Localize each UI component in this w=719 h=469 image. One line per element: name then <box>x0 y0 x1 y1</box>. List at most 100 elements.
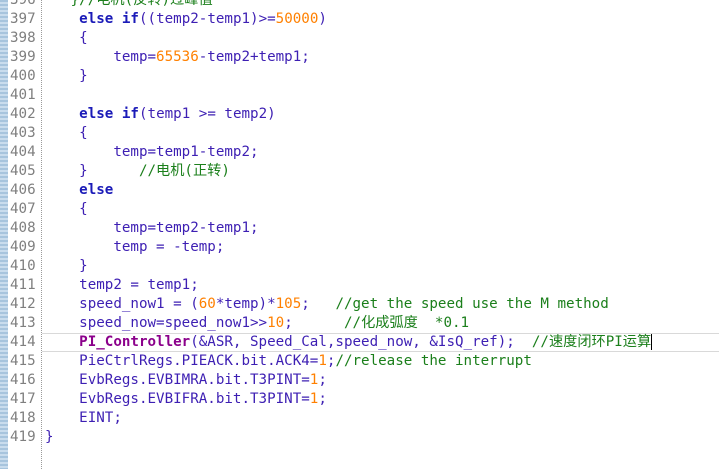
code-text[interactable]: else <box>45 181 113 200</box>
code-token: } <box>45 258 88 274</box>
code-line[interactable]: 399 temp=65536-temp2+temp1; <box>0 48 719 67</box>
code-text[interactable]: EvbRegs.EVBIMRA.bit.T3PINT=1; <box>45 371 327 390</box>
code-token: 105 <box>275 296 302 312</box>
code-token: //电机(正转) <box>138 163 230 179</box>
code-text[interactable]: speed_now=speed_now1>>10; //化成弧度 *0.1 <box>45 314 469 333</box>
code-token: else <box>79 106 114 122</box>
code-text[interactable]: PieCtrlRegs.PIEACK.bit.ACK4=1;//release … <box>45 352 532 371</box>
code-text[interactable]: { <box>45 200 88 219</box>
code-line[interactable]: 415 PieCtrlRegs.PIEACK.bit.ACK4=1;//rele… <box>0 352 719 371</box>
code-token: 10 <box>267 315 285 331</box>
code-line[interactable]: 403 { <box>0 124 719 143</box>
code-token: //化成弧度 *0.1 <box>343 315 470 331</box>
code-text[interactable]: speed_now1 = (60*temp)*105; //get the sp… <box>45 295 609 314</box>
line-number: 404 <box>10 144 36 160</box>
code-line[interactable]: 406 else <box>0 181 719 200</box>
code-text[interactable]: else if((temp2-temp1)>=50000) <box>45 10 327 29</box>
code-token: //release the interrupt <box>335 353 532 369</box>
line-number: 401 <box>10 87 36 103</box>
code-line[interactable]: 402 else if(temp1 >= temp2) <box>0 105 719 124</box>
code-line[interactable]: 408 temp=temp2-temp1; <box>0 219 719 238</box>
line-number: 410 <box>10 258 36 274</box>
code-text[interactable]: EvbRegs.EVBIFRA.bit.T3PINT=1; <box>45 390 327 409</box>
code-text[interactable]: EINT; <box>45 409 122 428</box>
code-text[interactable]: } <box>45 428 54 447</box>
line-number: 403 <box>10 125 36 141</box>
code-token: ; <box>284 315 344 331</box>
code-line[interactable]: 404 temp=temp1-temp2; <box>0 143 719 162</box>
code-line[interactable]: 405 } //电机(正转) <box>0 162 719 181</box>
code-text[interactable]: { <box>45 29 88 48</box>
code-token: else <box>79 182 114 198</box>
code-token: temp2 = temp1; <box>45 277 199 293</box>
code-line[interactable]: 419} <box>0 428 719 447</box>
code-token: *temp)* <box>215 296 276 312</box>
code-token: else <box>79 11 114 27</box>
line-number: 416 <box>10 372 36 388</box>
line-number: 413 <box>10 315 36 331</box>
code-text[interactable]: temp2 = temp1; <box>45 276 199 295</box>
code-line[interactable]: 397 else if((temp2-temp1)>=50000) <box>0 10 719 29</box>
code-token: speed_now=speed_now1>> <box>45 315 268 331</box>
code-line[interactable]: 400 } <box>0 67 719 86</box>
code-line[interactable]: 412 speed_now1 = (60*temp)*105; //get th… <box>0 295 719 314</box>
code-line[interactable]: 410 } <box>0 257 719 276</box>
line-number: 414 <box>10 334 36 350</box>
line-number: 417 <box>10 391 36 407</box>
code-text[interactable]: temp=temp1-temp2; <box>45 143 259 162</box>
code-token: if <box>121 11 139 27</box>
code-token: { <box>45 125 88 141</box>
code-token: EINT; <box>45 410 122 426</box>
code-token: PieCtrlRegs.PIEACK.bit.ACK4= <box>45 353 319 369</box>
line-number: 409 <box>10 239 36 255</box>
code-line[interactable]: 416 EvbRegs.EVBIMRA.bit.T3PINT=1; <box>0 371 719 390</box>
code-token: } <box>45 429 54 445</box>
code-line[interactable]: 417 EvbRegs.EVBIFRA.bit.T3PINT=1; <box>0 390 719 409</box>
line-number: 406 <box>10 182 36 198</box>
line-number: 408 <box>10 220 36 236</box>
code-line[interactable]: 409 temp = -temp; <box>0 238 719 257</box>
code-text[interactable]: } <box>45 67 88 86</box>
code-token: PI_Controller <box>79 334 191 350</box>
code-text[interactable]: } <box>45 257 88 276</box>
code-line[interactable]: 411 temp2 = temp1; <box>0 276 719 295</box>
code-token: temp=temp1-temp2; <box>45 144 259 160</box>
code-token: ((temp2-temp1)>= <box>138 11 276 27</box>
code-line[interactable]: 401 <box>0 86 719 105</box>
code-token: (temp1 >= temp2) <box>138 106 276 122</box>
code-text[interactable]: temp=temp2-temp1; <box>45 219 259 238</box>
line-number: 399 <box>10 49 36 65</box>
line-number: 397 <box>10 11 36 27</box>
line-number: 402 <box>10 106 36 122</box>
code-line[interactable]: 413 speed_now=speed_now1>>10; //化成弧度 *0.… <box>0 314 719 333</box>
line-number: 405 <box>10 163 36 179</box>
code-text[interactable]: } //电机(正转) <box>45 162 230 181</box>
line-number: 400 <box>10 68 36 84</box>
code-token: -temp2+temp1; <box>198 49 310 65</box>
code-text[interactable]: temp=65536-temp2+temp1; <box>45 48 310 67</box>
code-line[interactable]: 418 EINT; <box>0 409 719 428</box>
code-text[interactable]: }//电机(反转)过峰值 <box>45 0 213 10</box>
code-token: temp=temp2-temp1; <box>45 220 259 236</box>
code-token: EvbRegs.EVBIMRA.bit.T3PINT= <box>45 372 310 388</box>
code-line[interactable]: 407 { <box>0 200 719 219</box>
code-token: (&ASR, Speed_Cal,speed_now, &IsQ_ref); <box>190 334 532 350</box>
code-token: } <box>45 68 88 84</box>
code-text[interactable]: PI_Controller(&ASR, Speed_Cal,speed_now,… <box>45 333 653 352</box>
line-number: 419 <box>10 429 36 445</box>
code-line[interactable]: 396 }//电机(反转)过峰值 <box>0 0 719 10</box>
code-text[interactable]: else if(temp1 >= temp2) <box>45 105 276 124</box>
text-caret: //速度闭环PI运算 <box>531 334 653 350</box>
line-number: 407 <box>10 201 36 217</box>
code-text[interactable]: { <box>45 124 88 143</box>
code-line[interactable]: 414 PI_Controller(&ASR, Speed_Cal,speed_… <box>0 333 719 352</box>
code-line[interactable]: 398 { <box>0 29 719 48</box>
code-token: temp= <box>45 49 157 65</box>
code-text[interactable]: temp = -temp; <box>45 238 224 257</box>
